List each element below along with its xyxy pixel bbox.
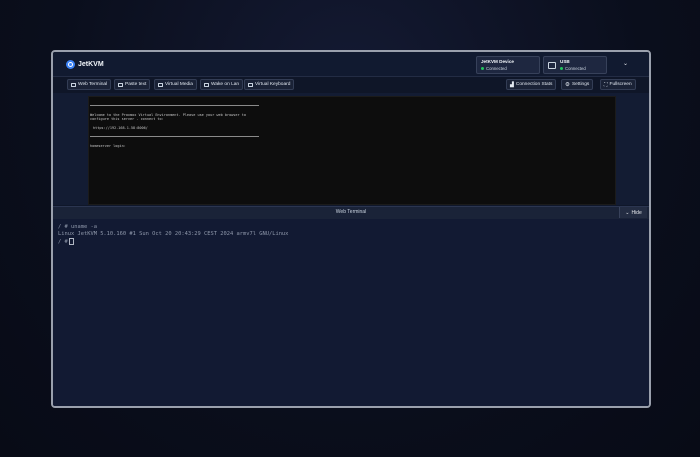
fullscreen-label: Fullscreen <box>609 82 632 87</box>
virtual-keyboard-label: Virtual Keyboard <box>255 82 291 87</box>
expand-icon: ⛶ <box>604 81 608 88</box>
settings-label: Settings <box>571 82 590 87</box>
console-url: https://192.168.1.58:8006/ <box>93 126 148 130</box>
device-status: Connected <box>481 66 507 71</box>
device-title: JetKVM Device <box>481 59 514 64</box>
fullscreen-button[interactable]: ⛶ Fullscreen <box>600 79 636 90</box>
terminal-prompt: / # <box>58 239 68 245</box>
chevron-down-icon: ⌄ <box>625 209 630 216</box>
terminal-icon <box>71 82 76 87</box>
web-terminal-title: Web Terminal <box>335 209 367 215</box>
connected-dot-icon <box>560 67 563 70</box>
web-terminal-label: Web Terminal <box>78 82 108 87</box>
settings-button[interactable]: ⚙ Settings <box>561 79 594 90</box>
usb-status[interactable]: USB Connected <box>543 56 607 74</box>
connection-stats-label: Connection Stats <box>515 82 553 87</box>
web-terminal-button[interactable]: Web Terminal <box>67 79 112 90</box>
disk-icon <box>158 82 163 87</box>
jetkvm-device-status[interactable]: JetKVM Device Connected <box>476 56 540 74</box>
chevron-down-icon[interactable]: ⌄ <box>623 60 628 67</box>
web-terminal-header: Web Terminal ⌄ Hide <box>53 206 649 220</box>
hide-terminal-button[interactable]: ⌄ Hide <box>619 207 647 218</box>
network-icon <box>204 82 209 87</box>
wake-on-lan-label: Wake on Lan <box>211 82 240 87</box>
terminal-cursor <box>68 238 74 245</box>
virtual-keyboard-button[interactable]: Virtual Keyboard <box>244 79 295 90</box>
terminal-line: / # uname -a <box>58 224 97 230</box>
usb-status-line: Connected <box>560 66 586 71</box>
console-welcome-line-2: configure this server - connect to: <box>90 117 164 121</box>
terminal-line: Linux JetKVM 5.10.160 #1 Sun Oct 20 20:4… <box>58 231 289 237</box>
paste-text-label: Paste text <box>125 82 147 87</box>
device-status-text: Connected <box>486 66 507 71</box>
clipboard-icon <box>118 82 123 87</box>
usb-title: USB <box>560 59 570 64</box>
virtual-media-button[interactable]: Virtual Media <box>154 79 197 90</box>
jetkvm-window: JetKVM JetKVM Device Connected USB Conne… <box>51 50 651 408</box>
video-stage: Welcome to the Proxmox Virtual Environme… <box>53 93 649 205</box>
hide-label: Hide <box>631 209 642 216</box>
terminal-prompt-line: / # <box>58 238 74 245</box>
top-bar: JetKVM JetKVM Device Connected USB Conne… <box>53 52 649 77</box>
connection-stats-button[interactable]: ▟ Connection Stats <box>506 79 557 90</box>
gear-icon: ⚙ <box>565 81 570 88</box>
app-logo[interactable]: JetKVM <box>66 60 104 69</box>
wake-on-lan-button[interactable]: Wake on Lan <box>200 79 244 90</box>
usb-icon <box>548 62 556 69</box>
keyboard-icon <box>248 82 253 87</box>
console-divider <box>90 136 259 137</box>
web-terminal[interactable]: / # uname -a Linux JetKVM 5.10.160 #1 Su… <box>53 219 649 406</box>
app-title: JetKVM <box>78 61 104 68</box>
remote-console-screen[interactable]: Welcome to the Proxmox Virtual Environme… <box>88 96 616 205</box>
console-divider <box>90 105 259 106</box>
signal-icon: ▟ <box>510 81 514 88</box>
virtual-media-label: Virtual Media <box>165 82 193 87</box>
jetkvm-logo-icon <box>66 60 75 69</box>
usb-status-text: Connected <box>565 66 586 71</box>
action-toolbar: Web Terminal Paste text Virtual Media Wa… <box>53 77 649 94</box>
console-login-prompt: homeserver login: <box>90 144 126 148</box>
paste-text-button[interactable]: Paste text <box>114 79 151 90</box>
connected-dot-icon <box>481 67 484 70</box>
